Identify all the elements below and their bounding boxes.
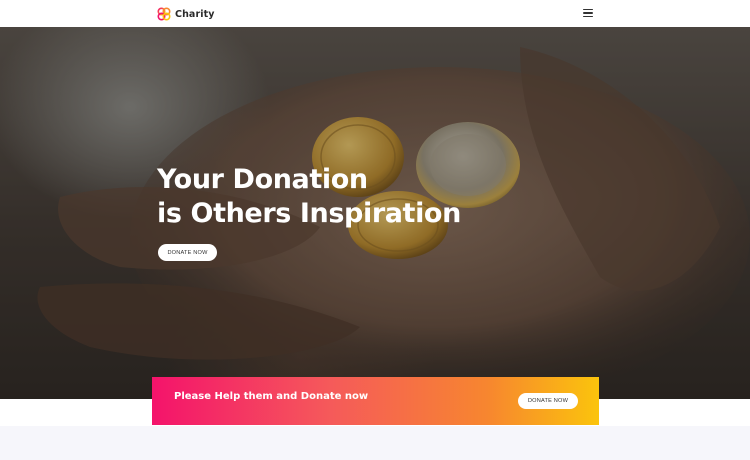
charity-logo-icon bbox=[157, 7, 171, 21]
next-section bbox=[0, 426, 750, 460]
hero-donate-button[interactable]: DONATE NOW bbox=[158, 244, 217, 261]
top-navbar: Charity bbox=[0, 0, 750, 27]
brand[interactable]: Charity bbox=[157, 6, 215, 22]
hero-title: Your Donation is Others Inspiration bbox=[157, 163, 517, 231]
hero-title-line-2: is Others Inspiration bbox=[157, 198, 461, 229]
hamburger-menu-icon[interactable] bbox=[583, 9, 593, 17]
brand-name: Charity bbox=[175, 8, 215, 20]
cta-donate-button[interactable]: DONATE NOW bbox=[518, 393, 578, 409]
donate-cta-banner: Please Help them and Donate now DONATE N… bbox=[152, 377, 599, 425]
hero-title-line-1: Your Donation bbox=[157, 164, 368, 195]
cta-text: Please Help them and Donate now bbox=[174, 391, 369, 402]
hero-banner: Your Donation is Others Inspiration DONA… bbox=[0, 27, 750, 399]
